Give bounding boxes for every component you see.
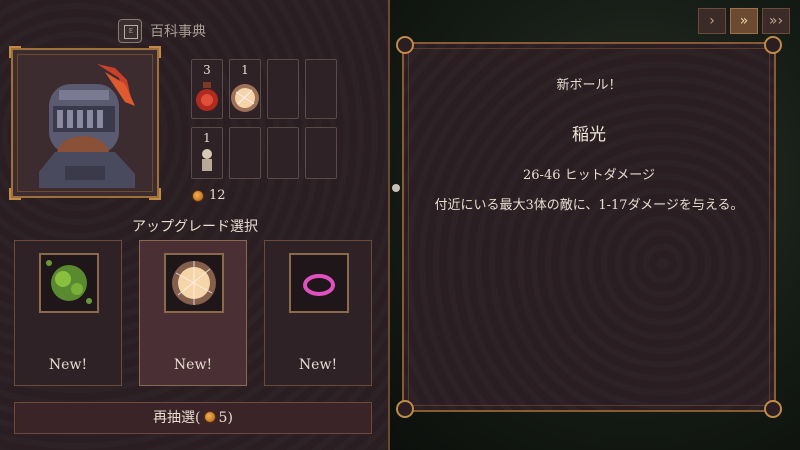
inventory-slot[interactable]: 1 [229, 59, 261, 119]
speed-3-icon: »› [768, 13, 784, 29]
gold-count: 12 [209, 188, 226, 203]
encyclopedia-label: 百科事典 [150, 24, 206, 40]
pink-ring-icon [303, 274, 335, 296]
upgrade-side-panel: E 百科事典 3 1 1 12 アップグレード選択 New! New! New!… [0, 0, 390, 450]
knight-helmet-icon [39, 64, 135, 188]
speed-2-icon: » [739, 13, 749, 29]
lightning-orb-icon [172, 261, 216, 305]
inventory-slot[interactable] [267, 127, 299, 179]
inventory-slot[interactable] [305, 127, 337, 179]
ball-damage: 26-46 ヒットダメージ [523, 168, 655, 183]
inventory-slot[interactable]: 3 [191, 59, 223, 119]
red-potion-icon [196, 82, 218, 111]
gold-coin-icon [192, 190, 204, 202]
speed-2-button[interactable]: » [730, 8, 758, 34]
speed-1-button[interactable]: › [698, 8, 726, 34]
speed-3-button[interactable]: »› [762, 8, 790, 34]
encyclopedia-button[interactable]: E [118, 19, 142, 43]
inventory-slot[interactable]: 1 [191, 127, 223, 179]
small-figure-icon [202, 149, 212, 171]
book-icon: E [124, 25, 138, 39]
character-portrait [9, 46, 161, 200]
new-ball-heading: 新ボール！ [556, 78, 622, 93]
ball-detail-panel: 新ボール！ 稲光 26-46 ヒットダメージ 付近にいる最大3体の敵に、1-17… [396, 36, 782, 418]
inventory-slot[interactable] [229, 127, 261, 179]
inventory-slot[interactable] [305, 59, 337, 119]
card-new-label: New! [298, 357, 338, 373]
gold-coin-icon [203, 411, 216, 423]
upgrade-card-poison[interactable]: New! [14, 240, 122, 386]
green-poison-orb-icon [46, 260, 92, 304]
card-new-label: New! [173, 357, 213, 373]
upgrade-card-ring[interactable]: New! [264, 240, 372, 386]
panel-divider-handle[interactable] [392, 184, 400, 192]
ball-description: 付近にいる最大3体の敵に、1-17ダメージを与える。 [434, 198, 744, 213]
ball-name: 稲光 [572, 125, 606, 145]
inventory-slot[interactable] [267, 59, 299, 119]
speed-1-icon: › [709, 13, 715, 29]
upgrade-card-lightning[interactable]: New! [139, 240, 247, 386]
reroll-button[interactable]: 再抽選(5) [14, 402, 372, 434]
upgrade-selection-title: アップグレード選択 [132, 219, 258, 235]
lightning-orb-icon [231, 84, 259, 112]
card-new-label: New! [48, 357, 88, 373]
